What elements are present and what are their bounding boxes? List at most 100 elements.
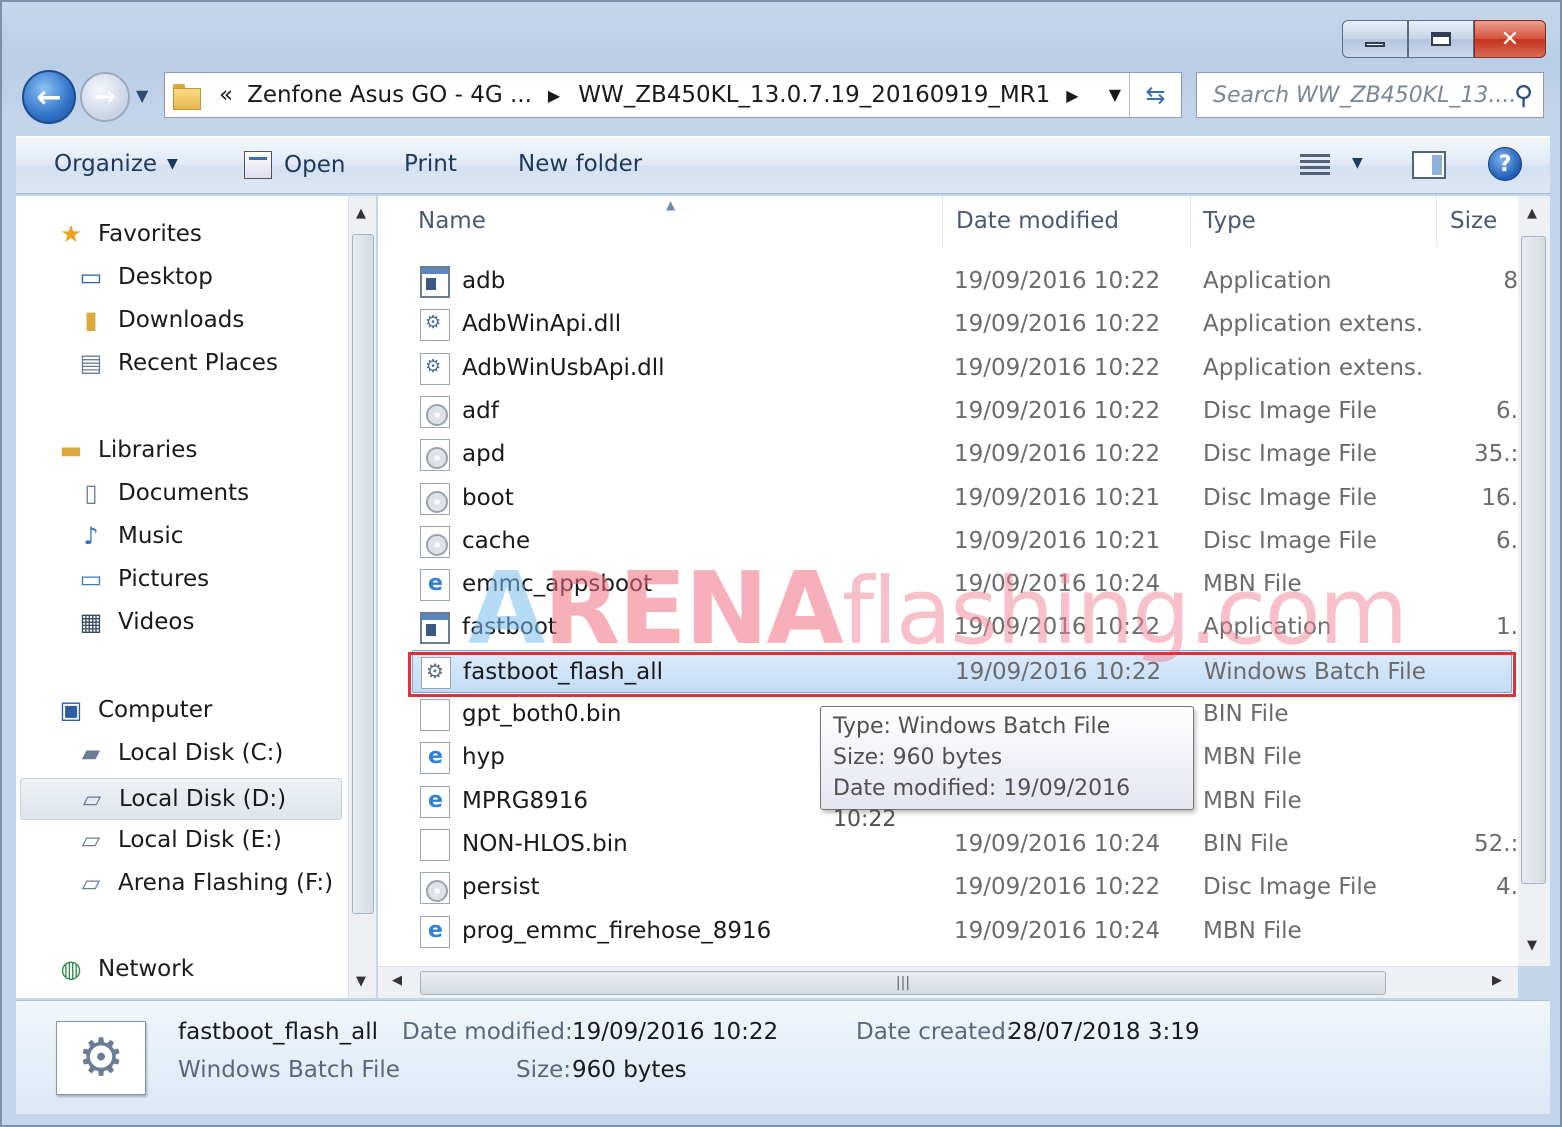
scrollbar-thumb[interactable] <box>352 234 374 914</box>
scroll-up-icon[interactable]: ▲ <box>356 206 366 221</box>
search-box[interactable]: Search WW_ZB450KL_13.... ⚲ <box>1196 72 1544 118</box>
maximize-button[interactable] <box>1408 20 1474 58</box>
scroll-left-icon[interactable]: ◀ <box>392 973 402 988</box>
forward-button[interactable]: → <box>80 72 130 122</box>
recent-pages-dropdown[interactable]: ▼ <box>136 86 148 105</box>
file-name: adf <box>462 397 499 424</box>
nav-desktop[interactable]: ▭ Desktop <box>76 263 213 291</box>
file-row[interactable]: persist 19/09/2016 10:22 Disc Image File 4. <box>378 866 1518 909</box>
nav-label: Pictures <box>118 566 210 592</box>
file-row[interactable]: AdbWinUsbApi.dll 19/09/2016 10:22 Applicat… <box>378 347 1518 390</box>
file-row[interactable]: AdbWinApi.dll 19/09/2016 10:22 Application… <box>378 303 1518 346</box>
address-dropdown-icon[interactable]: ▼ <box>1109 85 1121 104</box>
file-type: BIN File <box>1203 701 1289 727</box>
nav-local-disk-c[interactable]: ▰ Local Disk (C:) <box>76 739 284 767</box>
details-size: 960 bytes <box>572 1057 687 1083</box>
nav-label: Downloads <box>118 307 245 333</box>
preview-pane-icon[interactable] <box>1412 151 1446 179</box>
nav-videos[interactable]: ▦ Videos <box>76 608 195 636</box>
tooltip-size: Size: 960 bytes <box>833 745 1003 770</box>
breadcrumb-separator-icon[interactable]: ▶ <box>1066 86 1078 105</box>
column-header-size[interactable]: Size <box>1450 208 1497 234</box>
file-row[interactable]: boot 19/09/2016 10:21 Disc Image File 16. <box>378 477 1518 520</box>
help-icon[interactable]: ? <box>1488 147 1522 181</box>
breadcrumb-current-folder[interactable]: WW_ZB450KL_13.0.7.19_20160919_MR1 <box>578 82 1050 108</box>
open-button[interactable]: Open <box>244 151 345 179</box>
file-date-modified: 19/09/2016 10:24 <box>954 917 1161 944</box>
minimize-button[interactable] <box>1342 20 1408 58</box>
scrollbar-thumb[interactable] <box>1521 236 1546 884</box>
file-row[interactable]: fastboot 19/09/2016 10:22 Application 1. <box>378 606 1518 649</box>
file-type: Disc Image File <box>1203 527 1377 554</box>
file-type: Disc Image File <box>1203 397 1377 424</box>
nav-recent-places[interactable]: ▤ Recent Places <box>76 349 278 377</box>
navigation-pane-scrollbar[interactable]: ▲ ▼ <box>348 196 376 998</box>
tooltip-type: Type: Windows Batch File <box>833 714 1111 739</box>
navigation-pane: ★ Favorites ▭ Desktop ▮ Downloads ▤ Rece… <box>16 196 348 998</box>
nav-local-disk-e[interactable]: ▱ Local Disk (E:) <box>76 826 282 854</box>
new-folder-button[interactable]: New folder <box>518 151 642 177</box>
file-row[interactable]: adb 19/09/2016 10:22 Application 8 <box>378 260 1518 303</box>
file-type: Application extens... <box>1203 311 1425 338</box>
scroll-right-icon[interactable]: ▶ <box>1492 973 1502 988</box>
mbn-icon <box>420 785 450 818</box>
file-row[interactable]: prog_emmc_firehose_8916 19/09/2016 10:24 M… <box>378 910 1518 953</box>
file-type: MBN File <box>1203 744 1302 771</box>
nav-documents[interactable]: ▯ Documents <box>76 479 249 507</box>
nav-music[interactable]: ♪ Music <box>76 522 183 550</box>
disc-image-icon <box>420 439 450 472</box>
file-row[interactable]: emmc_appsboot 19/09/2016 10:24 MBN File <box>378 563 1518 606</box>
scroll-down-icon[interactable]: ▼ <box>356 974 366 989</box>
back-button[interactable]: ← <box>22 70 76 124</box>
file-list: ▲ Name Date modified Type Size adb 19/09/… <box>378 196 1518 966</box>
file-date-modified: 19/09/2016 10:22 <box>954 874 1161 901</box>
column-divider[interactable] <box>942 196 943 246</box>
breadcrumb-parent-folder[interactable]: Zenfone Asus GO - 4G ... <box>247 82 532 108</box>
file-row[interactable]: apd 19/09/2016 10:22 Disc Image File 35.: <box>378 433 1518 476</box>
file-list-horizontal-scrollbar[interactable]: ◀ ||| ▶ <box>378 966 1518 998</box>
close-button[interactable]: ✕ <box>1474 20 1546 58</box>
file-row[interactable]: adf 19/09/2016 10:22 Disc Image File 6. <box>378 390 1518 433</box>
column-divider[interactable] <box>1190 196 1191 246</box>
breadcrumb-separator-icon[interactable]: ▶ <box>548 86 560 105</box>
breadcrumb-overflow[interactable]: « <box>219 82 233 108</box>
nav-local-disk-d[interactable]: ▱ Local Disk (D:) <box>20 778 342 820</box>
column-header-name[interactable]: Name <box>418 208 486 234</box>
nav-pictures[interactable]: ▭ Pictures <box>76 565 209 593</box>
nav-arena-flashing-f[interactable]: ▱ Arena Flashing (F:) <box>76 869 333 897</box>
organize-button[interactable]: Organize ▼ <box>54 151 178 177</box>
address-bar[interactable]: « Zenfone Asus GO - 4G ... ▶ WW_ZB450KL_… <box>164 72 1182 118</box>
file-type: Windows Batch File <box>1204 658 1426 685</box>
file-name: fastboot_flash_all <box>463 658 663 685</box>
file-name: gpt_both0.bin <box>462 701 622 727</box>
scroll-up-icon[interactable]: ▲ <box>1527 206 1537 221</box>
file-type: MBN File <box>1203 571 1302 598</box>
nav-network[interactable]: ◍ Network <box>56 955 195 983</box>
column-header-date-modified[interactable]: Date modified <box>956 208 1119 234</box>
scroll-down-icon[interactable]: ▼ <box>1527 938 1537 953</box>
file-name: AdbWinApi.dll <box>462 311 622 338</box>
file-row[interactable]: fastboot_flash_all 19/09/2016 10:22 Window… <box>412 649 1512 693</box>
file-name: MPRG8916 <box>462 787 589 814</box>
print-button[interactable]: Print <box>404 151 457 177</box>
file-list-vertical-scrollbar[interactable]: ▲ ▼ <box>1518 196 1550 966</box>
column-header-type[interactable]: Type <box>1203 208 1256 234</box>
chevron-down-icon: ▼ <box>167 156 178 172</box>
column-divider[interactable] <box>1436 196 1437 246</box>
nav-computer[interactable]: ▣ Computer <box>56 696 213 724</box>
nav-libraries[interactable]: ▬ Libraries <box>56 436 198 464</box>
dll-icon <box>420 309 450 342</box>
mbn-icon <box>420 915 450 948</box>
mbn-icon <box>420 569 450 602</box>
refresh-button[interactable]: ⇆ <box>1129 73 1181 117</box>
change-view-icon[interactable] <box>1300 151 1330 179</box>
scrollbar-thumb[interactable]: ||| <box>420 971 1386 995</box>
view-options-chevron-icon[interactable]: ▼ <box>1352 155 1363 171</box>
libraries-icon: ▬ <box>59 436 83 464</box>
nav-favorites[interactable]: ★ Favorites <box>56 220 202 248</box>
file-name: persist <box>462 874 540 901</box>
nav-downloads[interactable]: ▮ Downloads <box>76 306 244 334</box>
file-row[interactable]: cache 19/09/2016 10:21 Disc Image File 6. <box>378 520 1518 563</box>
network-icon: ◍ <box>60 955 82 983</box>
search-icon[interactable]: ⚲ <box>1514 81 1533 111</box>
